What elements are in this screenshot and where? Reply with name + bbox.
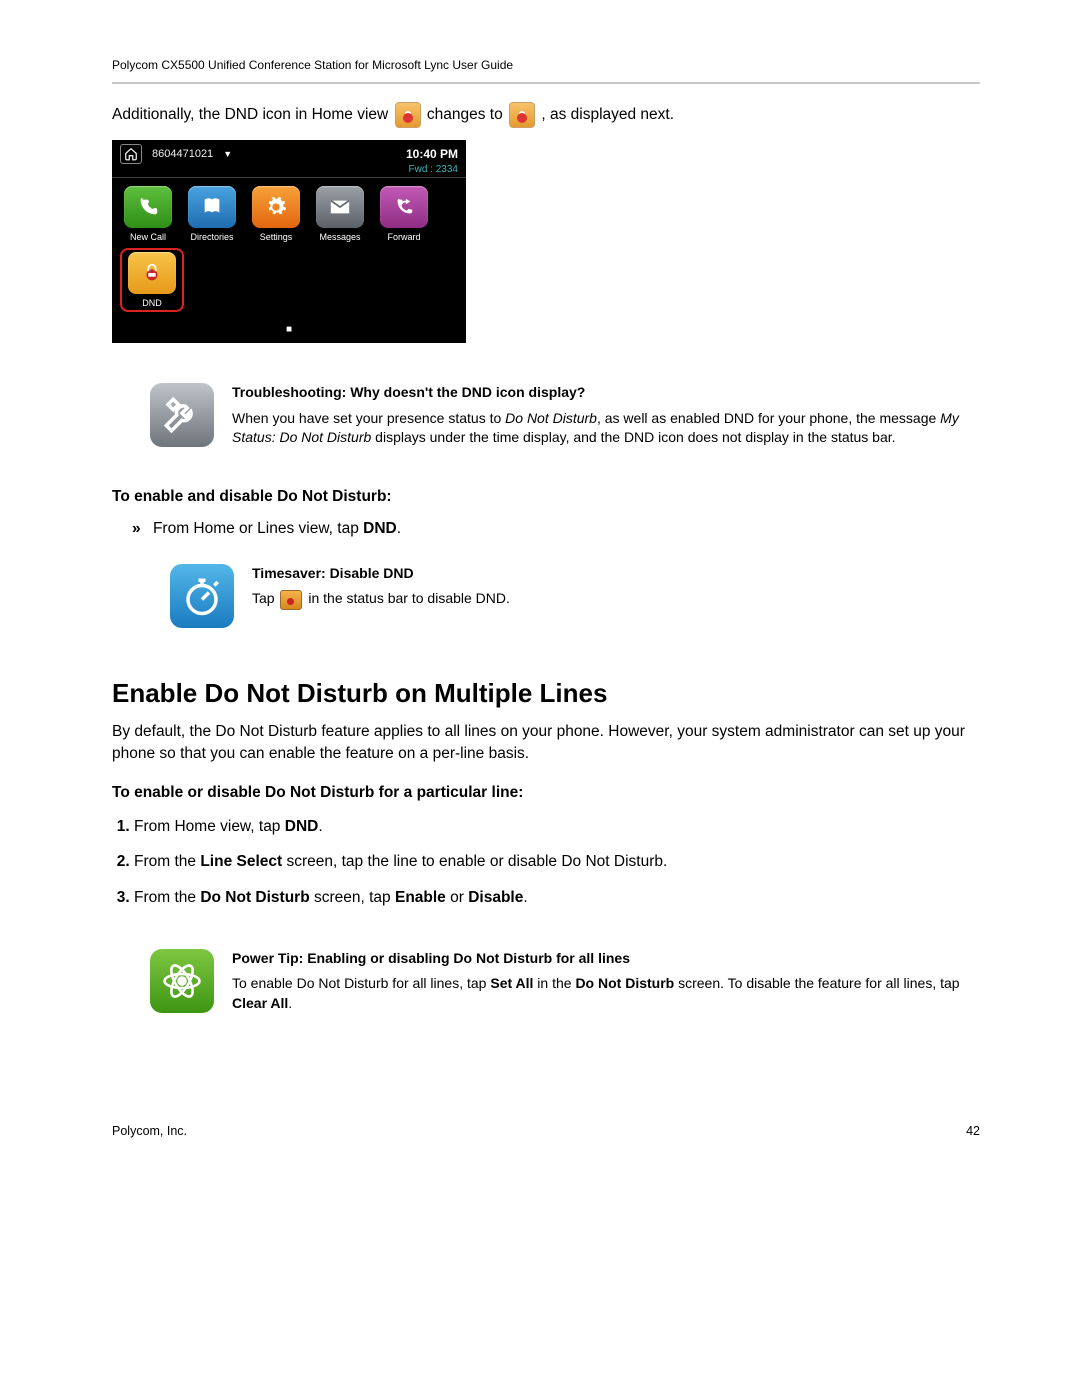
dnd-icon-after (509, 102, 535, 128)
tile-forward: Forward (376, 186, 432, 242)
step-1: From Home view, tap DND. (134, 816, 980, 838)
powertip-text: screen. To disable the feature for all l… (674, 975, 959, 991)
step-bold: Enable (395, 889, 446, 906)
enable-line-bold: DND (363, 520, 397, 537)
section-paragraph: By default, the Do Not Disturb feature a… (112, 721, 980, 766)
trouble-italic-1: Do Not Disturb (505, 410, 597, 426)
tile-dnd-selected: DND (120, 248, 184, 312)
powertip-bold: Do Not Disturb (575, 975, 674, 991)
extension-number: 8604471021 (152, 148, 213, 160)
gear-icon (252, 186, 300, 228)
step-text: . (523, 889, 527, 906)
header-rule (112, 82, 980, 84)
trouble-text-1: When you have set your presence status t… (232, 410, 505, 426)
tile-label: New Call (120, 232, 176, 242)
timesaver-pre: Tap (252, 590, 278, 606)
tile-label: Directories (184, 232, 240, 242)
step-bold: Disable (468, 889, 523, 906)
home-icon (120, 144, 142, 164)
trouble-text-2: , as well as enabled DND for your phone,… (597, 410, 940, 426)
enable-line-pre: From Home or Lines view, tap (153, 520, 363, 537)
envelope-icon (316, 186, 364, 228)
bullet-marker: » (132, 520, 141, 537)
steps-list: From Home view, tap DND. From the Line S… (112, 816, 980, 909)
tile-label: Forward (376, 232, 432, 242)
step-bold: DND (285, 818, 319, 835)
powertip-text: To enable Do Not Disturb for all lines, … (232, 975, 490, 991)
intro-part2: changes to (427, 106, 507, 123)
step-text: From the (134, 853, 200, 870)
step-text: . (318, 818, 322, 835)
section-heading: Enable Do Not Disturb on Multiple Lines (112, 678, 980, 709)
footer-company: Polycom, Inc. (112, 1124, 187, 1138)
atom-icon (150, 949, 214, 1013)
tile-messages: Messages (312, 186, 368, 242)
step-2: From the Line Select screen, tap the lin… (134, 851, 980, 873)
step-bold: Do Not Disturb (200, 889, 309, 906)
steps-heading: To enable or disable Do Not Disturb for … (112, 784, 980, 802)
header-text: Polycom CX5500 Unified Conference Statio… (112, 58, 980, 72)
tools-icon (150, 383, 214, 447)
footer-page: 42 (966, 1124, 980, 1138)
clock-time: 10:40 PM (406, 147, 458, 161)
enable-heading: To enable and disable Do Not Disturb: (112, 488, 980, 506)
fwd-status: Fwd : 2334 (112, 164, 466, 177)
page-footer: Polycom, Inc. 42 (112, 1124, 980, 1138)
powertip-title: Power Tip: Enabling or disabling Do Not … (232, 949, 980, 969)
powertip-text: in the (533, 975, 575, 991)
trouble-text-3: displays under the time display, and the… (371, 429, 895, 445)
tile-directories: Directories (184, 186, 240, 242)
step-text: From Home view, tap (134, 818, 285, 835)
intro-part3: , as displayed next. (541, 106, 674, 123)
powertip-text: . (288, 995, 292, 1011)
book-icon (188, 186, 236, 228)
timesaver-callout: Timesaver: Disable DND Tap in the status… (170, 564, 980, 628)
phone-screenshot: 8604471021 ▼ 10:40 PM Fwd : 2334 New Cal… (112, 140, 466, 343)
dnd-tile-icon (128, 252, 176, 294)
intro-part1: Additionally, the DND icon in Home view (112, 106, 393, 123)
timesaver-post: in the status bar to disable DND. (304, 590, 509, 606)
powertip-bold: Clear All (232, 995, 288, 1011)
forward-icon (380, 186, 428, 228)
enable-line-post: . (397, 520, 401, 537)
step-3: From the Do Not Disturb screen, tap Enab… (134, 887, 980, 909)
step-text: or (446, 889, 468, 906)
page-indicator: ■ (112, 322, 466, 343)
phone-statusbar: 8604471021 ▼ 10:40 PM (112, 140, 466, 166)
tile-new-call: New Call (120, 186, 176, 242)
enable-step: » From Home or Lines view, tap DND. (132, 520, 980, 538)
tile-label: DND (124, 298, 180, 308)
step-text: screen, tap the line to enable or disabl… (282, 853, 667, 870)
troubleshooting-title: Troubleshooting: Why doesn't the DND ico… (232, 383, 980, 403)
step-bold: Line Select (200, 853, 282, 870)
powertip-callout: Power Tip: Enabling or disabling Do Not … (150, 949, 980, 1014)
tile-label: Messages (312, 232, 368, 242)
tile-label: Settings (248, 232, 304, 242)
dnd-status-icon (280, 590, 302, 610)
tile-settings: Settings (248, 186, 304, 242)
phone-icon (124, 186, 172, 228)
intro-paragraph: Additionally, the DND icon in Home view … (112, 102, 980, 128)
step-text: From the (134, 889, 200, 906)
troubleshooting-callout: Troubleshooting: Why doesn't the DND ico… (150, 383, 980, 448)
powertip-bold: Set All (490, 975, 533, 991)
dropdown-caret-icon: ▼ (223, 149, 232, 159)
app-grid: New Call Directories Settings (112, 178, 466, 322)
stopwatch-icon (170, 564, 234, 628)
dnd-icon-before (395, 102, 421, 128)
timesaver-title: Timesaver: Disable DND (252, 564, 510, 584)
step-text: screen, tap (310, 889, 395, 906)
